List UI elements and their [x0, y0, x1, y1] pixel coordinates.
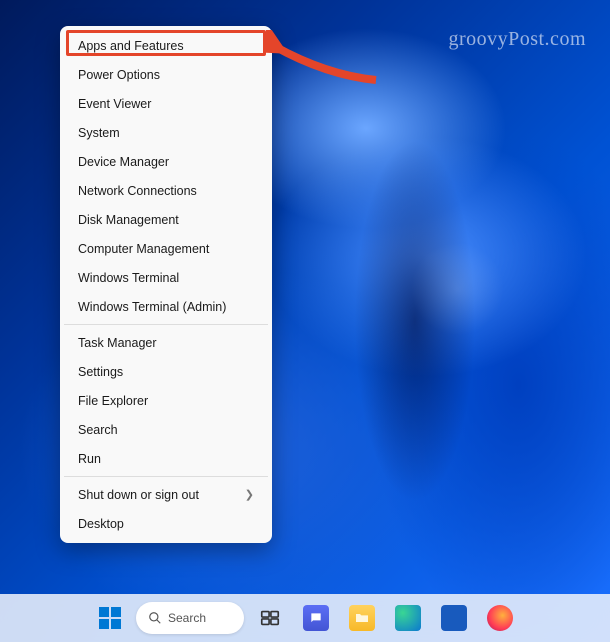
menu-item-disk-management[interactable]: Disk Management — [64, 205, 268, 234]
menu-item-label: Device Manager — [78, 155, 169, 169]
taskbar-file-explorer[interactable] — [342, 598, 382, 638]
menu-item-label: Event Viewer — [78, 97, 151, 111]
menu-item-run[interactable]: Run — [64, 444, 268, 473]
menu-item-label: File Explorer — [78, 394, 148, 408]
menu-separator — [64, 324, 268, 325]
menu-item-network-connections[interactable]: Network Connections — [64, 176, 268, 205]
taskbar-app[interactable] — [434, 598, 474, 638]
menu-item-shutdown[interactable]: Shut down or sign out ❯ — [64, 480, 268, 509]
menu-item-label: Run — [78, 452, 101, 466]
menu-item-label: Search — [78, 423, 118, 437]
menu-item-system[interactable]: System — [64, 118, 268, 147]
start-button[interactable] — [90, 598, 130, 638]
menu-item-label: Windows Terminal (Admin) — [78, 300, 226, 314]
menu-item-label: Windows Terminal — [78, 271, 179, 285]
menu-item-label: Desktop — [78, 517, 124, 531]
edge-icon — [395, 605, 421, 631]
menu-item-windows-terminal-admin[interactable]: Windows Terminal (Admin) — [64, 292, 268, 321]
menu-item-desktop[interactable]: Desktop — [64, 509, 268, 538]
menu-item-settings[interactable]: Settings — [64, 357, 268, 386]
menu-item-windows-terminal[interactable]: Windows Terminal — [64, 263, 268, 292]
taskbar: Search — [0, 594, 610, 642]
search-label: Search — [168, 611, 206, 625]
menu-item-label: Disk Management — [78, 213, 179, 227]
menu-item-computer-management[interactable]: Computer Management — [64, 234, 268, 263]
menu-item-label: Apps and Features — [78, 39, 184, 53]
app-icon — [441, 605, 467, 631]
menu-item-label: Settings — [78, 365, 123, 379]
menu-item-label: Network Connections — [78, 184, 197, 198]
menu-item-label: Task Manager — [78, 336, 157, 350]
menu-separator — [64, 476, 268, 477]
menu-item-label: Shut down or sign out — [78, 488, 199, 502]
taskbar-edge[interactable] — [388, 598, 428, 638]
task-view-button[interactable] — [250, 598, 290, 638]
chevron-right-icon: ❯ — [245, 488, 254, 501]
menu-item-power-options[interactable]: Power Options — [64, 60, 268, 89]
windows-logo-icon — [99, 607, 121, 629]
menu-item-search[interactable]: Search — [64, 415, 268, 444]
search-icon — [148, 611, 162, 625]
menu-item-task-manager[interactable]: Task Manager — [64, 328, 268, 357]
menu-item-event-viewer[interactable]: Event Viewer — [64, 89, 268, 118]
folder-icon — [349, 605, 375, 631]
menu-item-label: System — [78, 126, 120, 140]
chat-icon — [303, 605, 329, 631]
firefox-icon — [487, 605, 513, 631]
winx-context-menu: Apps and Features Power Options Event Vi… — [60, 26, 272, 543]
menu-item-label: Computer Management — [78, 242, 209, 256]
menu-item-label: Power Options — [78, 68, 160, 82]
task-view-icon — [259, 607, 281, 629]
taskbar-search[interactable]: Search — [136, 602, 244, 634]
menu-item-file-explorer[interactable]: File Explorer — [64, 386, 268, 415]
taskbar-firefox[interactable] — [480, 598, 520, 638]
menu-item-device-manager[interactable]: Device Manager — [64, 147, 268, 176]
watermark-text: groovyPost.com — [448, 28, 586, 51]
menu-item-apps-features[interactable]: Apps and Features — [64, 31, 268, 60]
taskbar-chat[interactable] — [296, 598, 336, 638]
